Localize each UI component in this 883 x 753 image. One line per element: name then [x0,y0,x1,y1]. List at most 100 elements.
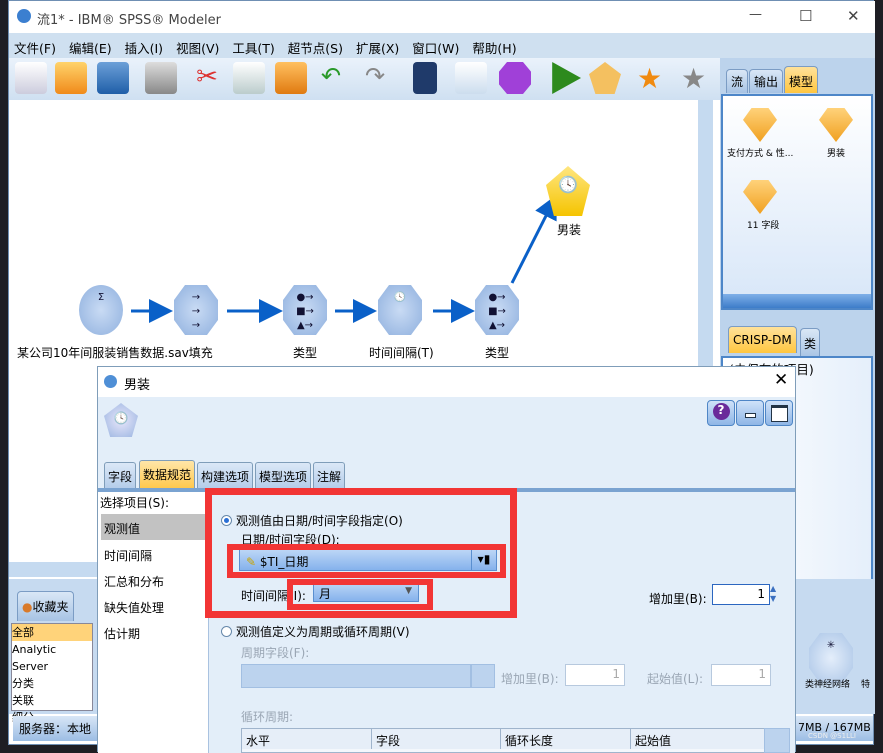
tab-data-specification[interactable]: 数据规范 [139,460,196,488]
cut-icon[interactable]: ✂ [191,62,223,94]
field-picker-button[interactable] [764,728,790,753]
server-status[interactable]: 服务器：本地 [19,720,91,737]
tab-favorites[interactable]: ●收藏夹 [17,591,74,621]
minimize-button[interactable]: — [749,7,762,22]
tab-outputs[interactable]: 输出 [749,69,784,93]
dialog-icon [104,375,117,388]
redo-icon[interactable]: ↷ [365,62,397,94]
app-icon [17,9,31,23]
annotate-icon[interactable] [455,62,487,94]
period-field-select[interactable] [241,664,471,688]
column-header[interactable]: 起始值 [631,729,786,749]
menu-file[interactable]: 文件(F) [9,33,64,58]
dialog-title-bar: 男装 ✕ [98,367,795,397]
tab-annotations[interactable]: 注解 [313,462,346,488]
node-label: 某公司10年间服装销售数据.sav填充 [17,346,213,360]
item-time-interval[interactable]: 时间间隔 [104,547,152,564]
item-missing-values[interactable]: 缺失值处理 [104,599,164,616]
category-item[interactable]: 全部 [12,624,92,641]
node-label: 时间间隔(T) [369,346,434,360]
window-title: 流1* - IBM® SPSS® Modeler [37,13,221,28]
tab-crisp-dm[interactable]: CRISP-DM [728,326,797,353]
radio-cyclic[interactable]: 观测值定义为周期或循环周期(V) [221,623,410,640]
tab-models[interactable]: 模型 [784,66,819,93]
new-icon[interactable] [15,62,47,94]
type-icon[interactable]: ●→ ■→ ▲→ [283,285,327,335]
supernode-icon[interactable] [499,62,531,94]
help-button[interactable]: ? [707,400,735,426]
neural-net-icon[interactable]: ✳ [809,633,853,683]
increment-input[interactable]: 1 [712,584,770,605]
node-label: 类型 [485,346,510,360]
category-item[interactable]: Analytic Server [12,641,92,675]
highlight-box [227,544,506,578]
item-estimation-period[interactable]: 估计期 [104,625,140,642]
start-value-label: 起始值(L): [647,672,704,686]
node-label: 特 [861,680,871,690]
cycle-label: 循环周期: [241,710,294,724]
tab-model-options[interactable]: 模型选项 [255,462,312,488]
menu-edit[interactable]: 编辑(E) [64,33,120,58]
period-increment-input[interactable]: 1 [565,664,625,686]
tab-classes[interactable]: 类 [800,328,821,358]
menu-insert[interactable]: 插入(I) [120,33,171,58]
model-label: 11 字段 [747,221,780,231]
highlight-box [287,579,433,610]
item-aggregation[interactable]: 汇总和分布 [104,573,164,590]
add-favorite-icon[interactable]: ★ [681,62,713,95]
model-palette: 支付方式 & 性... 男装 11 字段 [721,94,873,310]
cycle-table: 水平 字段 循环长度 起始值 [241,728,786,753]
type-icon[interactable]: ●→ ■→ ▲→ [475,285,519,335]
menu-supernode[interactable]: 超节点(S) [283,33,351,58]
time-intervals-icon[interactable]: 🕓 [378,285,422,335]
dialog-header: 🕓 ? [98,397,795,461]
time-series-model-icon: 🕓 [104,403,138,437]
copy-icon[interactable] [233,62,265,94]
statistics-file-icon[interactable]: Σ [79,285,123,335]
run-icon[interactable] [552,62,581,94]
column-header[interactable]: 水平 [242,729,372,749]
menu-view[interactable]: 视图(V) [171,33,227,58]
increment-label: 增加里(B): [649,592,707,606]
print-icon[interactable] [145,62,177,94]
title-bar: 流1* - IBM® SPSS® Modeler — ☐ ✕ [9,1,875,33]
minimize-button[interactable] [736,400,764,426]
paste-icon[interactable] [275,62,307,94]
category-item[interactable]: 关联 [12,692,92,709]
model-palette-scrollbar[interactable] [723,294,871,308]
node-label: 男装 [557,223,582,237]
tab-build-options[interactable]: 构建选项 [197,462,254,488]
start-value-input[interactable]: 1 [711,664,771,686]
model-nugget-icon[interactable] [819,108,853,142]
column-header[interactable]: 循环长度 [501,729,631,749]
palette-category-list: 全部 Analytic Server 分类 关联 细分 [11,623,93,724]
dialog-title: 男装 [124,378,151,393]
toolbar: ✂ ↶ ↷ ★ ★ [9,58,721,100]
menu-help[interactable]: 帮助(H) [467,33,524,58]
column-header[interactable]: 字段 [372,729,501,749]
tab-fields[interactable]: 字段 [104,462,137,488]
find-icon[interactable] [413,62,437,94]
category-item[interactable]: 分类 [12,675,92,692]
close-button[interactable]: ✕ [847,7,860,25]
open-icon[interactable] [55,62,87,94]
period-increment-label: 增加里(B): [501,672,559,686]
menu-extensions[interactable]: 扩展(X) [351,33,407,58]
favorite-icon[interactable]: ★ [637,62,669,95]
model-nugget-icon[interactable] [743,180,777,214]
field-picker-button[interactable] [471,664,495,688]
tab-streams[interactable]: 流 [726,69,749,93]
increment-stepper[interactable]: ▲ ▼ [770,584,784,605]
model-nugget-icon[interactable] [743,108,777,142]
menu-window[interactable]: 窗口(W) [407,33,467,58]
maximize-button[interactable]: ☐ [799,7,812,25]
save-icon[interactable] [97,62,129,94]
dialog-close-button[interactable]: ✕ [774,370,788,390]
menu-tools[interactable]: 工具(T) [227,33,282,58]
run-selection-icon[interactable] [589,62,621,94]
filler-icon[interactable]: → → → [174,285,218,335]
undo-icon[interactable]: ↶ [321,62,353,94]
item-list: 选择项目(S): 观测值 时间间隔 汇总和分布 缺失值处理 估计期 [98,492,208,753]
maximize-button[interactable] [765,400,793,426]
item-observations[interactable]: 观测值 [104,520,140,537]
